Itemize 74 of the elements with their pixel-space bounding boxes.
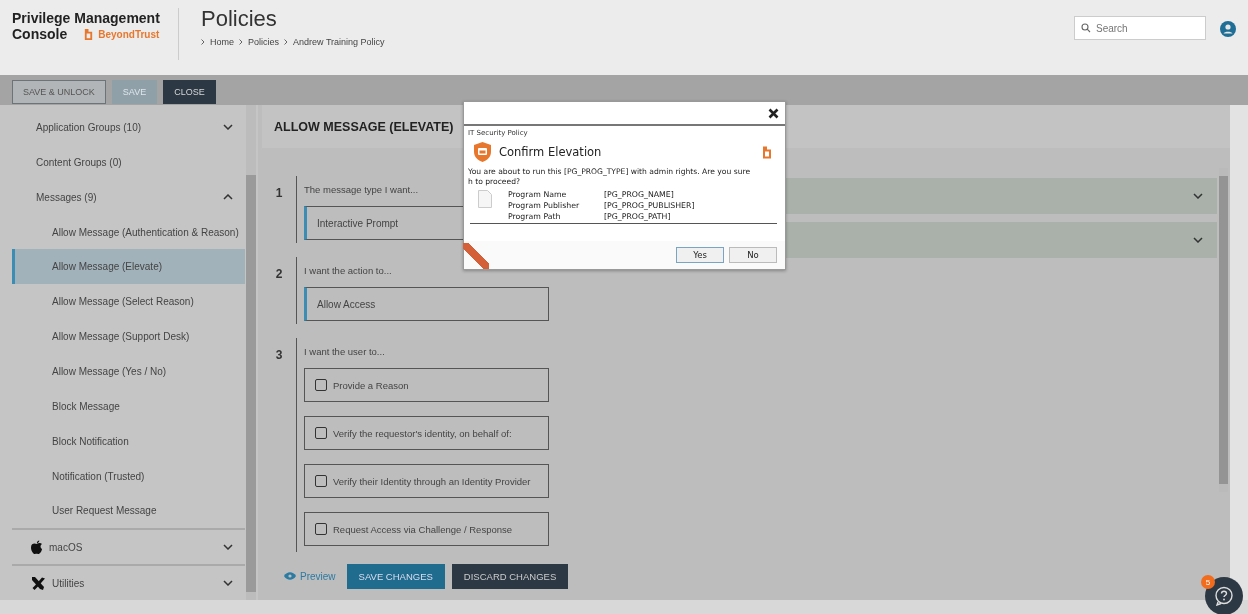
sidebar-item[interactable]: Block Message bbox=[12, 388, 245, 424]
shield-icon bbox=[474, 142, 491, 162]
step-label: I want the action to... bbox=[304, 265, 393, 276]
dialog-button[interactable]: Yes bbox=[676, 247, 724, 263]
option-label: Request Access via Challenge / Response bbox=[333, 523, 513, 535]
footer-button[interactable]: DISCARD CHANGES bbox=[451, 563, 569, 589]
sidebar-scrollbar[interactable] bbox=[246, 105, 256, 600]
brand-name: BeyondTrust bbox=[98, 28, 160, 40]
group-label: Messages (9) bbox=[36, 191, 97, 203]
search-field[interactable]: Search bbox=[1074, 16, 1206, 40]
section-label: Utilities bbox=[52, 577, 86, 589]
sidebar-group[interactable]: Messages (9) bbox=[0, 179, 245, 215]
chevron-up-icon bbox=[223, 194, 233, 201]
option-label: Verify the requestor's identity, on behalf of: bbox=[333, 427, 512, 439]
dialog-title: Confirm Elevation bbox=[499, 145, 602, 159]
breadcrumb-link[interactable]: Home bbox=[210, 37, 234, 47]
section-label: macOS bbox=[49, 541, 84, 553]
sidebar-item[interactable]: Allow Message (Support Desk) bbox=[12, 319, 245, 354]
apple-icon bbox=[30, 539, 43, 555]
sidebar-item[interactable]: User Request Message bbox=[12, 493, 245, 529]
breadcrumb-link[interactable]: Policies bbox=[248, 37, 280, 47]
breadcrumb-link[interactable]: Andrew Training Policy bbox=[293, 37, 385, 47]
sidebar-section[interactable]: macOS bbox=[12, 528, 245, 565]
sidebar-item[interactable]: Block Notification bbox=[12, 423, 245, 459]
checkbox[interactable] bbox=[315, 379, 327, 391]
tools-icon bbox=[30, 575, 46, 591]
select-field[interactable]: Allow Access bbox=[304, 287, 549, 321]
brand-logo-icon bbox=[83, 27, 95, 41]
group-label: Application Groups (10) bbox=[36, 121, 142, 133]
chevron-right-icon bbox=[239, 39, 243, 45]
sidebar-item[interactable]: Notification (Trusted) bbox=[12, 458, 245, 494]
sidebar-item[interactable]: Allow Message (Select Reason) bbox=[12, 284, 245, 320]
option-row[interactable]: Verify their Identity through an Identity Provider bbox=[304, 464, 549, 498]
step-number: 1 bbox=[274, 185, 284, 202]
checkbox[interactable] bbox=[315, 523, 327, 535]
option-row[interactable]: Request Access via Challenge / Response bbox=[304, 512, 549, 546]
panel-title: ALLOW MESSAGE (ELEVATE) bbox=[274, 119, 454, 134]
sidebar-item[interactable]: Allow Message (Authentication & Reason) bbox=[12, 214, 245, 250]
sidebar-group[interactable]: Content Groups (0) bbox=[0, 144, 245, 180]
footer-button[interactable]: SAVE CHANGES bbox=[346, 563, 445, 589]
sidebar-group[interactable]: Application Groups (10) bbox=[0, 110, 245, 145]
file-icon bbox=[478, 190, 492, 208]
chevron-down-icon bbox=[223, 124, 233, 131]
chevron-down-icon bbox=[223, 580, 233, 587]
sidebar-item[interactable]: Allow Message (Elevate) bbox=[12, 249, 245, 285]
chevron-down-icon bbox=[1193, 237, 1203, 243]
toolbar-button[interactable]: SAVE & UNLOCK bbox=[12, 80, 106, 104]
dialog-button[interactable]: No bbox=[729, 247, 777, 263]
chevron-down-icon bbox=[1193, 193, 1203, 199]
user-avatar-icon[interactable] bbox=[1220, 21, 1236, 37]
option-row[interactable]: Provide a Reason bbox=[304, 368, 549, 402]
option-row[interactable]: Verify the requestor's identity, on behalf of: bbox=[304, 416, 549, 450]
page-title: Policies bbox=[201, 6, 278, 32]
sidebar-item[interactable]: Allow Message (Yes / No) bbox=[12, 354, 245, 389]
chevron-right-icon bbox=[284, 39, 289, 45]
help-icon bbox=[1214, 586, 1234, 606]
step-label: I want the user to... bbox=[304, 346, 386, 357]
app-name: Console bbox=[12, 26, 68, 42]
option-label: Verify their Identity through an Identity Provider bbox=[333, 475, 531, 487]
notification-badge: 5 bbox=[1201, 575, 1215, 589]
checkbox[interactable] bbox=[315, 427, 327, 439]
step-number: 3 bbox=[274, 347, 284, 364]
chevron-down-icon bbox=[223, 544, 233, 551]
checkbox[interactable] bbox=[315, 475, 327, 487]
step-number: 2 bbox=[274, 266, 284, 283]
brand-logo-icon bbox=[761, 144, 773, 160]
close-icon[interactable] bbox=[768, 107, 779, 119]
preview-ribbon bbox=[463, 243, 489, 269]
app-name: Privilege Management bbox=[12, 10, 161, 26]
chevron-right-icon bbox=[201, 39, 205, 45]
toolbar-button[interactable]: CLOSE bbox=[163, 80, 216, 104]
group-label: Content Groups (0) bbox=[36, 156, 122, 168]
option-label: Provide a Reason bbox=[333, 379, 409, 391]
eye-icon bbox=[284, 572, 296, 580]
